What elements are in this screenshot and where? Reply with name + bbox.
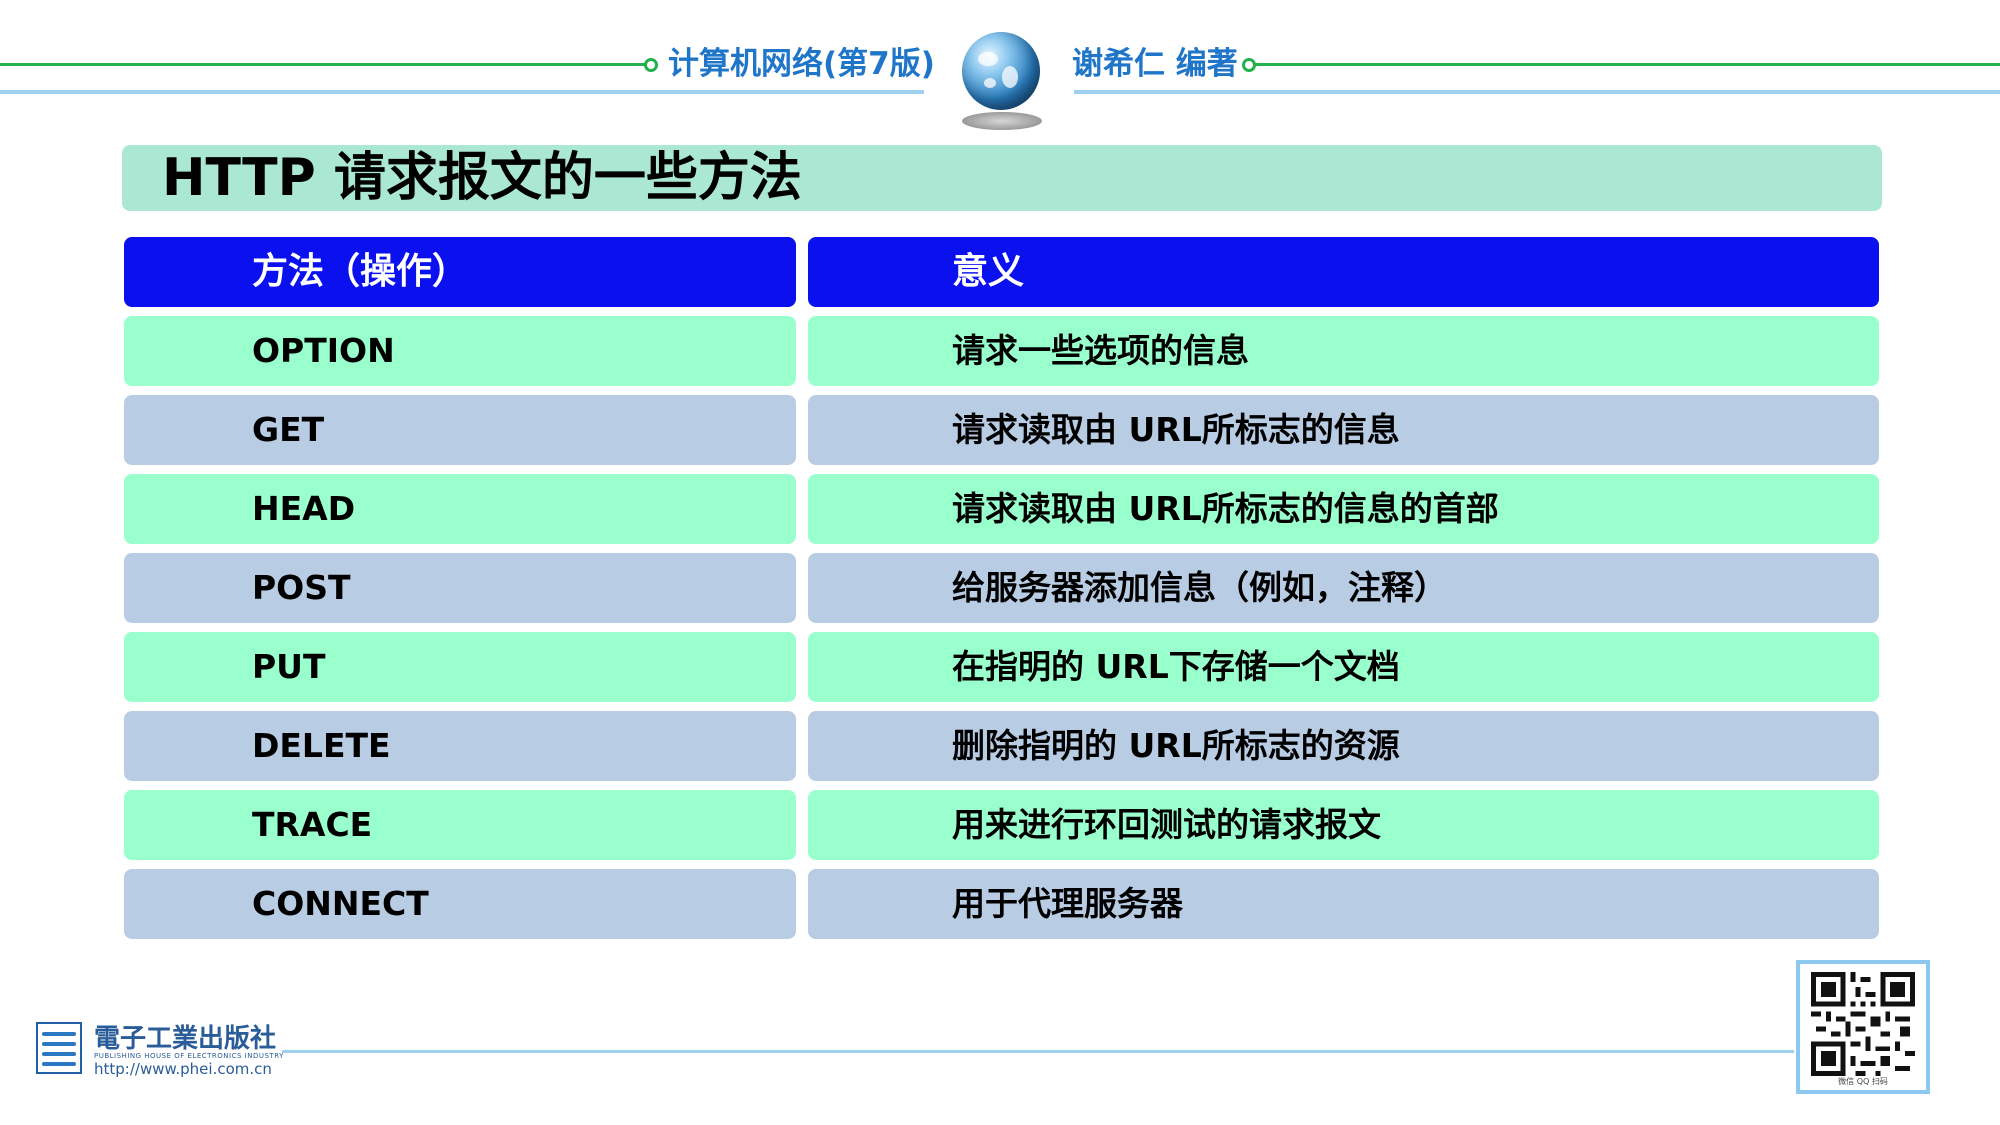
globe-stand-icon — [962, 112, 1042, 130]
publisher-logo-icon — [36, 1022, 82, 1074]
table-header-meaning: 意义 — [808, 237, 1879, 307]
table-header-method: 方法（操作） — [124, 237, 796, 307]
table-row-meaning: 在指明的 URL下存储一个文档 — [808, 632, 1879, 702]
table-row-meaning: 给服务器添加信息（例如，注释） — [808, 553, 1879, 623]
table-row-method: PUT — [124, 632, 796, 702]
header-line-left-end — [644, 58, 658, 72]
table-row-meaning: 请求读取由 URL所标志的信息 — [808, 395, 1879, 465]
slide-title-bar: HTTP 请求报文的一些方法 — [122, 145, 1882, 211]
table-row-meaning: 请求一些选项的信息 — [808, 316, 1879, 386]
header-line-left-green — [0, 63, 646, 66]
author: 谢希仁 编著 — [1072, 46, 1238, 82]
slide-title: HTTP 请求报文的一些方法 — [162, 148, 802, 208]
publisher-name-cn: 電子工業出版社 — [94, 1024, 277, 1054]
qr-code-icon: 微信 QQ 扫码 — [1796, 960, 1930, 1094]
table-row-method: GET — [124, 395, 796, 465]
globe-icon — [962, 32, 1040, 110]
book-title: 计算机网络(第7版) — [668, 46, 935, 82]
publisher-url[interactable]: http://www.phei.com.cn — [94, 1060, 272, 1078]
header-line-right-green — [1254, 63, 2000, 66]
header-line-right-blue — [1074, 90, 2000, 94]
table-row-meaning: 用来进行环回测试的请求报文 — [808, 790, 1879, 860]
table-row-method: TRACE — [124, 790, 796, 860]
publisher-name-en: PUBLISHING HOUSE OF ELECTRONICS INDUSTRY — [94, 1052, 284, 1060]
table-row-method: DELETE — [124, 711, 796, 781]
table-row-method: OPTION — [124, 316, 796, 386]
footer-line — [282, 1050, 1794, 1053]
qr-caption: 微信 QQ 扫码 — [1838, 1077, 1888, 1086]
table-row-method: CONNECT — [124, 869, 796, 939]
table-row-method: HEAD — [124, 474, 796, 544]
header-line-left-blue — [0, 90, 924, 94]
table-row-meaning: 请求读取由 URL所标志的信息的首部 — [808, 474, 1879, 544]
table-row-method: POST — [124, 553, 796, 623]
table-row-meaning: 删除指明的 URL所标志的资源 — [808, 711, 1879, 781]
table-row-meaning: 用于代理服务器 — [808, 869, 1879, 939]
